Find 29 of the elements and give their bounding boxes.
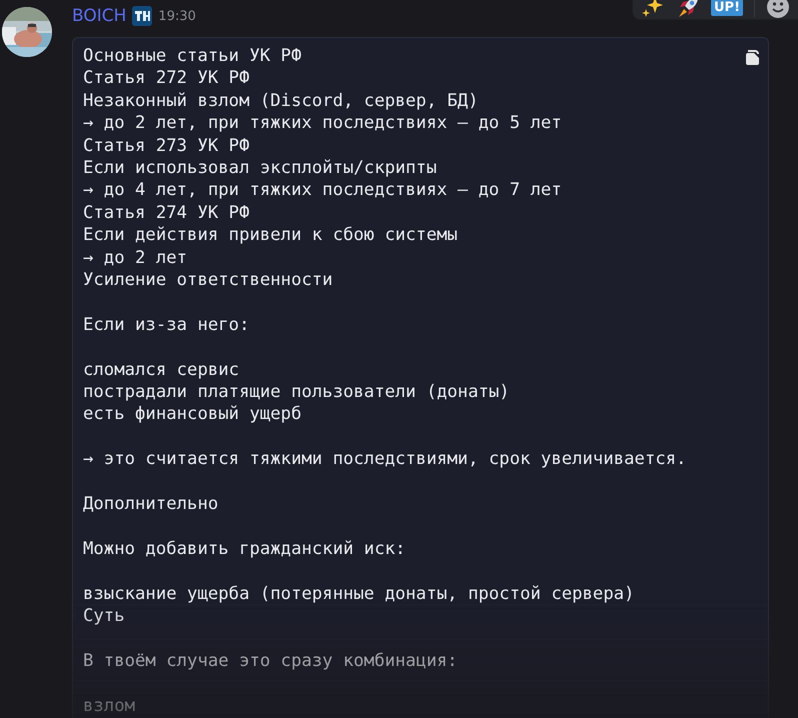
code-line: есть финансовый ущерб xyxy=(83,403,302,426)
smiley-icon[interactable] xyxy=(766,0,790,19)
code-line: Если из-за него: xyxy=(83,314,250,336)
code-line: Дополнительно xyxy=(83,493,218,516)
sparkles-icon[interactable] xyxy=(641,0,665,19)
code-line: Основные статьи УК РФ xyxy=(83,45,302,68)
username[interactable]: BOICH xyxy=(72,6,126,26)
server-tag-icon xyxy=(132,6,152,26)
code-line: пострадали платящие пользователи (донаты) xyxy=(83,381,510,404)
code-line: Статья 272 УК РФ xyxy=(83,67,250,90)
code-line: → до 4 лет, при тяжких последствиях — до 7 лет xyxy=(83,179,562,202)
code-line: В твоём случае это сразу комбинация: xyxy=(83,650,458,672)
code-line: Статья 273 УК РФ xyxy=(83,134,250,158)
code-line: взыскание ущерба (потерянные донаты, простой сервера) xyxy=(83,582,634,606)
up-button[interactable]: UP! xyxy=(711,0,744,16)
code-line: Незаконный взлом (Discord, сервер, БД) xyxy=(83,90,478,112)
rocket-icon[interactable] xyxy=(676,0,700,19)
code-line: сломался сервис xyxy=(83,358,240,382)
code-line: → до 2 лет xyxy=(83,246,188,270)
code-line: Если действия привели к сбою системы xyxy=(83,224,458,247)
timestamp: 19:30 xyxy=(158,8,196,24)
code-line: Усиление ответственности xyxy=(83,269,333,292)
code-line: Суть xyxy=(83,605,125,628)
code-line: → до 2 лет, при тяжких последствиях — до 5 лет xyxy=(83,112,562,135)
code-line: Можно добавить гражданский иск: xyxy=(83,538,406,560)
code-line: → это считается тяжкими последствиями, срок увеличивается. xyxy=(83,448,686,471)
code-line: Статья 274 УК РФ xyxy=(83,202,250,224)
code-line: взлом xyxy=(83,694,136,718)
code-line: Если использовал эксплойты/скрипты xyxy=(83,157,437,180)
